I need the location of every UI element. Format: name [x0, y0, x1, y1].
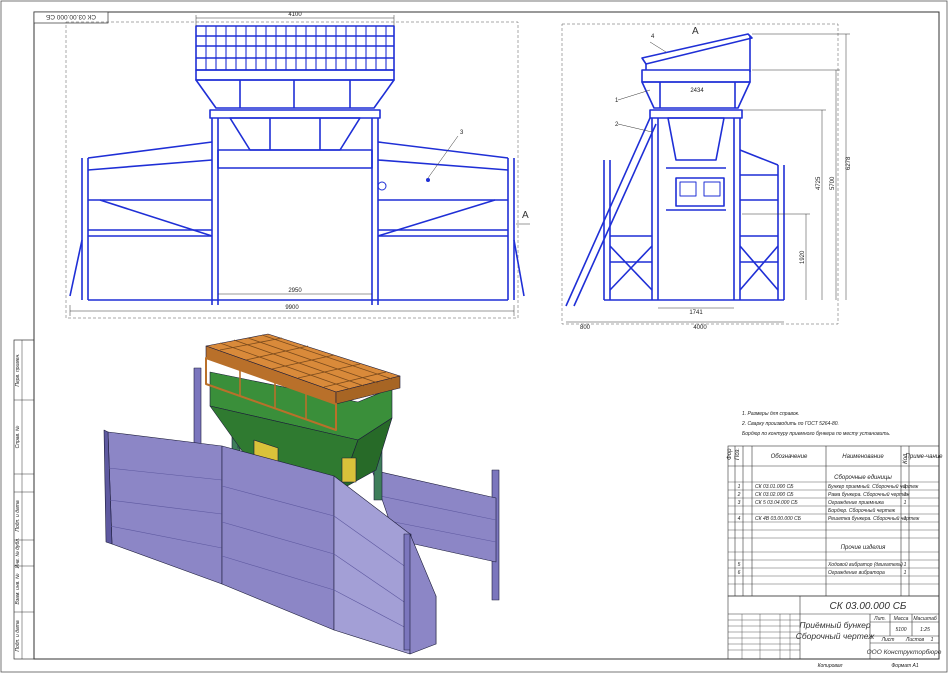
title-mass-value: 5100 — [895, 627, 906, 633]
spec-cell-name: Бордюр. Сборочный чертеж — [828, 507, 896, 514]
spec-cell-name: Ограждение вибратора — [828, 570, 885, 576]
spec-cell-qty: 1 — [904, 492, 907, 498]
spec-cell-pos: 2 — [737, 492, 741, 498]
margin-label: Перв. примен. — [15, 353, 21, 386]
side-view — [561, 23, 839, 325]
spec-cell-qty: 1 — [904, 516, 907, 522]
spec-section-other: Прочие изделия — [841, 545, 886, 551]
front-dim-total: 9900 — [285, 305, 299, 311]
spec-cell-name: Ходовой вибратор (двигатель) — [827, 561, 903, 568]
title-format: Формат А1 — [891, 663, 919, 669]
front-view — [65, 21, 525, 319]
front-dim-top: 4100 — [288, 12, 302, 18]
spec-header-pos: Поз. — [735, 448, 741, 460]
spec-rows: 1 СК 03.01.000 СБ Бункер приемный. Сборочн… — [737, 483, 920, 576]
spec-cell-pos: 4 — [738, 516, 741, 522]
side-callout-1: 1 — [615, 98, 619, 104]
spec-section-assemblies: Сборочные единицы — [834, 475, 892, 481]
note-line: Бордюр по контуру приемного бункера по м… — [742, 431, 891, 437]
isometric-model — [103, 333, 500, 655]
front-callout-dot — [426, 178, 430, 182]
left-margin-labels: Перв. примен. Справ. № Подп. и дата Инв.… — [13, 339, 35, 660]
side-callout-4: 4 — [651, 34, 655, 40]
front-view-label: А — [522, 210, 529, 221]
top-stamp-text: СК 03.00.000 СБ — [46, 13, 96, 20]
spec-cell-code: СК 5 03.04.000 СБ — [755, 500, 798, 506]
note-line: 1. Размеры для справок. — [742, 411, 799, 417]
title-lit-header: Лит. — [873, 616, 886, 622]
spec-header-name: Наименование — [842, 454, 884, 460]
side-dim-h3: 4725 — [816, 176, 822, 190]
side-dim-base-inner: 1741 — [689, 310, 703, 316]
title-copied: Копировал — [818, 663, 843, 669]
title-org: ООО Конструкторбюро — [867, 648, 942, 656]
sheet-outer-border — [0, 0, 948, 673]
notes: 1. Размеры для справок. 2. Сварку произв… — [741, 411, 891, 437]
side-dim-hopper: 2434 — [690, 88, 704, 94]
title-scale-header: Масштаб — [913, 616, 937, 622]
side-view-label: А — [692, 26, 699, 37]
spec-cell-qty: 1 — [904, 562, 907, 568]
margin-label: Инв. № дубл. — [15, 538, 21, 569]
spec-cell-pos: 6 — [738, 570, 741, 576]
spec-cell-code: СК 4В 03.00.000 СБ — [755, 516, 802, 522]
margin-label: Взам. инв. № — [15, 573, 21, 605]
side-callout-2: 2 — [615, 122, 619, 128]
spec-header-note: Приме-чание — [906, 454, 944, 460]
front-callout: 3 — [460, 130, 464, 136]
spec-cell-qty: 1 — [904, 484, 907, 490]
spec-cell-pos: 3 — [738, 500, 741, 506]
spec-cell-code: СК 03.02.000 СБ — [755, 492, 794, 498]
title-name-line2: Сборочный чертеж — [796, 631, 876, 641]
spec-cell-name: Ограждение приемника — [828, 500, 884, 506]
side-dim-h4: 1920 — [800, 250, 806, 264]
title-name-line1: Приёмный бункер — [799, 620, 870, 630]
spec-cell-pos: 5 — [738, 562, 741, 568]
side-dim-h1: 6278 — [846, 156, 852, 170]
title-mass-header: Масса — [894, 616, 909, 622]
side-dim-left: 800 — [580, 325, 591, 331]
margin-label: Подп. и дата — [15, 620, 21, 652]
side-dim-h2: 5700 — [830, 176, 836, 190]
spec-cell-qty: 1 — [904, 500, 907, 506]
spec-cell-qty: 1 — [904, 570, 907, 576]
title-code: СК 03.00.000 СБ — [830, 601, 907, 612]
spec-cell-name: Рама бункера. Сборочный чертеж — [828, 491, 910, 498]
margin-label: Подп. и дата — [15, 500, 21, 532]
spec-header-format: Фор — [727, 448, 733, 460]
front-dim-inner: 2950 — [288, 288, 302, 294]
spec-header-code: Обозначение — [771, 454, 808, 460]
title-scale-value: 1:25 — [920, 627, 930, 633]
note-line: 2. Сварку производить по ГОСТ 5264-80. — [741, 421, 839, 427]
title-sheets-value: 1 — [931, 637, 934, 643]
spec-cell-pos: 1 — [738, 484, 741, 490]
drawing-sheet: СК 03.00.000 СБ Перв. примен. Справ. № П… — [0, 0, 948, 673]
title-sheet-label: Лист — [881, 637, 895, 643]
spec-cell-code: СК 03.01.000 СБ — [755, 484, 794, 490]
margin-label: Справ. № — [15, 425, 21, 448]
title-sheets-label: Листов — [905, 637, 925, 643]
side-dim-base: 4000 — [693, 325, 707, 331]
